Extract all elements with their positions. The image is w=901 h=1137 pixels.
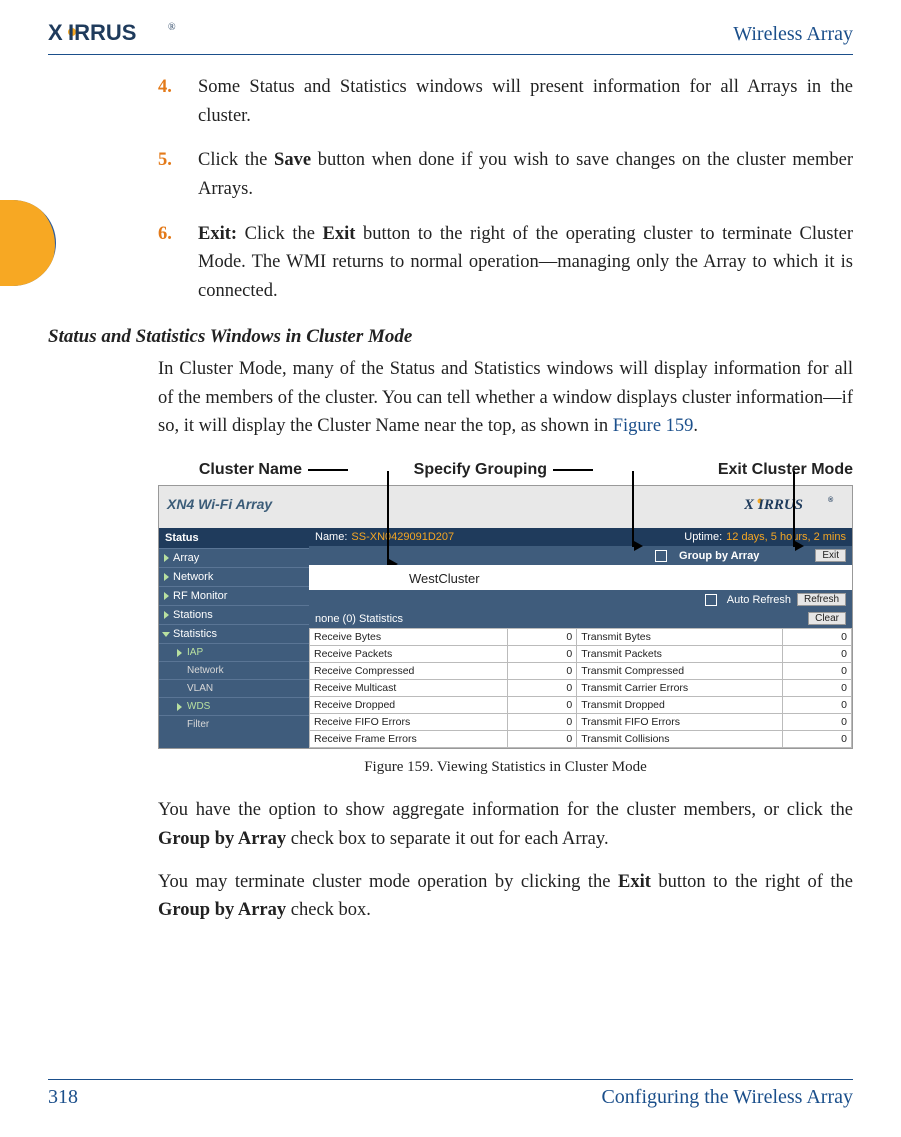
svg-text:®: ® [168,22,176,33]
stat-label: Receive Bytes [310,629,508,646]
stat-label: Transmit FIFO Errors [577,714,783,731]
section-title: Configuring the Wireless Array [601,1086,853,1109]
sidebar-item-wds[interactable]: WDS [159,697,309,715]
stat-value: 0 [783,646,852,663]
table-row: Receive Compressed0Transmit Compressed0 [310,663,852,680]
table-row: Receive FIFO Errors0Transmit FIFO Errors… [310,714,852,731]
stat-value: 0 [783,680,852,697]
stat-label: Receive Frame Errors [310,731,508,748]
callout-exit-cluster: Exit Cluster Mode [718,461,853,479]
stat-value: 0 [783,629,852,646]
stat-label: Transmit Dropped [577,697,783,714]
table-row: Receive Dropped0Transmit Dropped0 [310,697,852,714]
figure-callouts: Cluster Name Specify Grouping Exit Clust… [158,461,853,479]
stat-label: Receive Dropped [310,697,508,714]
stat-label: Receive Multicast [310,680,508,697]
doc-title: Wireless Array [733,23,853,46]
paragraph: You may terminate cluster mode operation… [48,868,853,925]
sidebar-item-filter[interactable]: Filter [159,715,309,733]
step-6: 6. Exit: Click the Exit button to the ri… [158,220,853,306]
page-number: 318 [48,1086,78,1109]
refresh-bar: Auto Refresh Refresh [309,590,852,609]
auto-refresh-label: Auto Refresh [727,594,791,606]
stat-value: 0 [508,680,577,697]
step-5: 5. Click the Save button when done if yo… [158,146,853,203]
svg-text:X: X [48,20,63,45]
stat-value: 0 [783,697,852,714]
callout-cluster-name: Cluster Name [199,461,302,479]
stat-value: 0 [508,663,577,680]
step-num: 5. [158,146,172,175]
screenshot-figure: XN4 Wi-Fi Array X IRRUS ® Status Array N… [158,485,853,749]
stat-label: Transmit Compressed [577,663,783,680]
stat-label: Transmit Bytes [577,629,783,646]
page-header: X IRRUS ® Wireless Array [48,20,853,55]
step-num: 6. [158,220,172,249]
refresh-button[interactable]: Refresh [797,593,846,606]
sidebar-item-stations[interactable]: Stations [159,605,309,624]
paragraph: In Cluster Mode, many of the Status and … [48,355,853,441]
paragraph: You have the option to show aggregate in… [48,796,853,853]
uptime-value: 12 days, 5 hours, 2 mins [726,531,846,543]
stat-label: Transmit Packets [577,646,783,663]
stat-label: Receive Compressed [310,663,508,680]
stat-value: 0 [783,731,852,748]
stats-title-bar: none (0) Statistics Clear [309,609,852,628]
step-num: 4. [158,73,172,102]
subheading: Status and Statistics Windows in Cluster… [48,322,853,351]
device-name: SS-XN0429091D207 [351,531,454,543]
stat-value: 0 [508,629,577,646]
brand-logo: X IRRUS ® [48,20,198,48]
sidebar-item-vlan[interactable]: VLAN [159,679,309,697]
sidebar-header: Status [159,528,309,548]
stat-value: 0 [783,663,852,680]
group-by-array-checkbox[interactable] [655,550,667,562]
group-by-array-label: Group by Array [679,550,759,562]
stat-value: 0 [508,697,577,714]
sidebar-item-statistics[interactable]: Statistics [159,624,309,643]
exit-button[interactable]: Exit [815,549,846,562]
table-row: Receive Bytes0Transmit Bytes0 [310,629,852,646]
stat-value: 0 [508,646,577,663]
svg-text:IRRUS: IRRUS [68,20,136,45]
stat-value: 0 [508,731,577,748]
stat-label: Transmit Collisions [577,731,783,748]
sidebar-item-rf-monitor[interactable]: RF Monitor [159,586,309,605]
stat-label: Transmit Carrier Errors [577,680,783,697]
product-name: XN4 Wi-Fi Array [167,496,272,512]
auto-refresh-checkbox[interactable] [705,594,717,606]
sidebar-item-network[interactable]: Network [159,567,309,586]
figure-link[interactable]: Figure 159 [613,416,694,436]
svg-text:IRRUS: IRRUS [757,497,803,513]
svg-text:®: ® [828,496,834,504]
sidebar-item-network-sub[interactable]: Network [159,661,309,679]
name-uptime-bar: Name:SS-XN0429091D207 Uptime:12 days, 5 … [309,528,852,546]
clear-button[interactable]: Clear [808,612,846,625]
sidebar-item-iap[interactable]: IAP [159,643,309,661]
cluster-name-label: WestCluster [309,565,852,590]
stats-title: none (0) Statistics [315,613,403,625]
svg-text:X: X [744,497,755,513]
table-row: Receive Frame Errors0Transmit Collisions… [310,731,852,748]
stat-label: Receive FIFO Errors [310,714,508,731]
screenshot-sidebar: Status Array Network RF Monitor Stations… [159,528,309,748]
stat-value: 0 [508,714,577,731]
step-text: Some Status and Statistics windows will … [198,77,853,126]
table-row: Receive Multicast0Transmit Carrier Error… [310,680,852,697]
callout-specify-grouping: Specify Grouping [414,461,547,479]
figure-caption: Figure 159. Viewing Statistics in Cluste… [158,759,853,776]
stat-label: Receive Packets [310,646,508,663]
stat-value: 0 [783,714,852,731]
table-row: Receive Packets0Transmit Packets0 [310,646,852,663]
step-4: 4. Some Status and Statistics windows wi… [158,73,853,130]
statistics-table: Receive Bytes0Transmit Bytes0Receive Pac… [309,628,852,748]
page-footer: 318 Configuring the Wireless Array [48,1079,853,1109]
sidebar-item-array[interactable]: Array [159,548,309,567]
